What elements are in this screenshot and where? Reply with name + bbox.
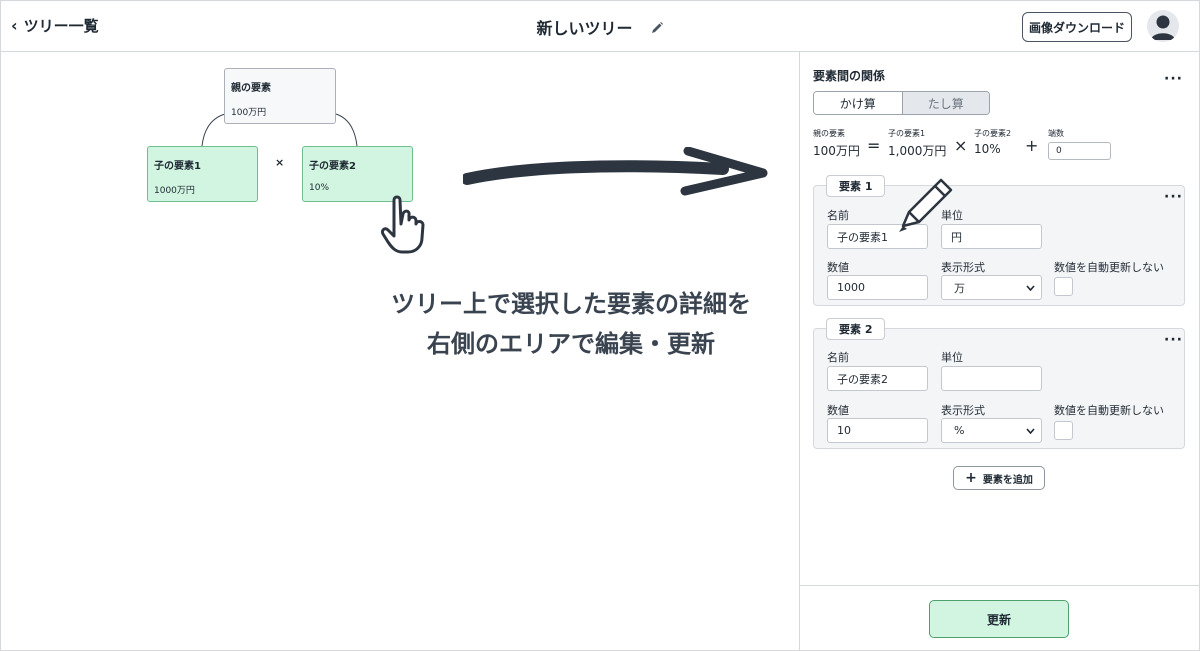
multiply-operator: × xyxy=(275,156,285,169)
add-element-button[interactable]: + 要素を追加 xyxy=(953,466,1045,490)
format-label: 表示形式 xyxy=(941,404,985,417)
formula-label: 子の要素1 xyxy=(888,129,926,138)
pencil-icon xyxy=(899,178,953,232)
element-card-tag: 要素 1 xyxy=(826,175,886,197)
element-detail-panel: 要素間の関係 ··· かけ算 たし算 親の要素 100万円 = 子の要素1 1,… xyxy=(799,52,1200,651)
format-select-value: % xyxy=(954,424,965,437)
caption-line-2: 右側のエリアで編集・更新 xyxy=(427,330,715,358)
element-more-menu-icon[interactable]: ··· xyxy=(1164,190,1183,204)
name-label: 名前 xyxy=(827,351,849,364)
relation-type-toggle: かけ算 たし算 xyxy=(813,91,990,115)
remainder-input[interactable]: 0 xyxy=(1048,142,1111,160)
formula-remainder: 端数 xyxy=(1048,128,1064,139)
node-name: 子の要素2 xyxy=(309,161,356,172)
relation-formula: 親の要素 100万円 = 子の要素1 1,000万円 × 子の要素2 10% +… xyxy=(813,128,1193,162)
chevron-down-icon xyxy=(1026,284,1035,291)
add-element-label: 要素を追加 xyxy=(982,474,1033,486)
page-title: 新しいツリー xyxy=(536,19,633,38)
download-image-button[interactable]: 画像ダウンロード xyxy=(1022,12,1132,42)
plus-icon: + xyxy=(965,470,977,486)
panel-title: 要素間の関係 xyxy=(813,69,886,83)
formula-value: 10% xyxy=(974,142,1001,156)
name-label: 名前 xyxy=(827,209,849,222)
formula-value: 1,000万円 xyxy=(888,144,947,158)
format-select[interactable]: 万 xyxy=(941,275,1042,300)
plus-sign: + xyxy=(1025,136,1039,155)
top-bar: ‹ ツリー一覧 新しいツリー 画像ダウンロード xyxy=(0,0,1200,52)
formula-result: 親の要素 100万円 xyxy=(813,128,860,159)
panel-more-menu-icon[interactable]: ··· xyxy=(1164,72,1183,86)
format-select-value: 万 xyxy=(954,281,965,295)
node-name: 親の要素 xyxy=(231,83,271,94)
tab-multiplication[interactable]: かけ算 xyxy=(814,92,902,114)
node-value: 100万円 xyxy=(231,108,267,118)
tree-node-child-1[interactable]: 子の要素1 1000万円 xyxy=(147,146,258,202)
auto-update-checkbox[interactable] xyxy=(1054,277,1073,296)
tab-addition[interactable]: たし算 xyxy=(901,92,989,114)
avatar[interactable] xyxy=(1147,10,1179,42)
formula-term-2: 子の要素2 10% xyxy=(974,128,1011,156)
number-field[interactable]: 1000 xyxy=(827,275,928,300)
instruction-caption: ツリー上で選択した要素の詳細を 右側のエリアで編集・更新 xyxy=(341,284,801,364)
node-name: 子の要素1 xyxy=(154,161,201,172)
format-label: 表示形式 xyxy=(941,261,985,274)
number-field[interactable]: 10 xyxy=(827,418,928,443)
auto-update-label: 数値を自動更新しない xyxy=(1054,261,1164,274)
tree-canvas[interactable]: 親の要素 100万円 子の要素1 1000万円 × 子の要素2 10% ツリー上… xyxy=(0,52,799,651)
formula-label: 子の要素2 xyxy=(974,129,1012,138)
chevron-down-icon xyxy=(1026,427,1035,434)
element-card-1: 要素 1 ··· 名前 子の要素1 単位 円 数値 1000 表示形式 万 数値… xyxy=(813,175,1185,306)
auto-update-checkbox[interactable] xyxy=(1054,421,1073,440)
unit-label: 単位 xyxy=(941,351,963,364)
name-field[interactable]: 子の要素2 xyxy=(827,366,928,391)
element-more-menu-icon[interactable]: ··· xyxy=(1164,333,1183,347)
edit-title-pencil-icon[interactable] xyxy=(650,20,664,39)
user-avatar-icon xyxy=(1151,15,1175,40)
times-sign: × xyxy=(954,136,968,155)
auto-update-label: 数値を自動更新しない xyxy=(1054,404,1164,417)
node-value: 1000万円 xyxy=(154,186,195,196)
formula-term-1: 子の要素1 1,000万円 xyxy=(888,128,946,159)
formula-value: 100万円 xyxy=(813,144,860,158)
unit-field[interactable] xyxy=(941,366,1042,391)
panel-footer-divider xyxy=(800,585,1199,586)
element-card-2: 要素 2 ··· 名前 子の要素2 単位 数値 10 表示形式 % 数値を自動更… xyxy=(813,318,1185,449)
formula-label: 端数 xyxy=(1048,129,1064,138)
element-card-tag: 要素 2 xyxy=(826,318,886,340)
number-label: 数値 xyxy=(827,261,849,274)
caption-line-1: ツリー上で選択した要素の詳細を xyxy=(391,290,751,318)
equals-sign: = xyxy=(867,136,881,155)
number-label: 数値 xyxy=(827,404,849,417)
formula-label: 親の要素 xyxy=(813,129,845,138)
update-button[interactable]: 更新 xyxy=(929,600,1069,638)
format-select[interactable]: % xyxy=(941,418,1042,443)
pointing-hand-icon xyxy=(381,195,425,254)
arrow-right-icon xyxy=(463,147,768,196)
tree-node-parent[interactable]: 親の要素 100万円 xyxy=(224,68,336,124)
title-area: 新しいツリー xyxy=(1,15,1199,39)
